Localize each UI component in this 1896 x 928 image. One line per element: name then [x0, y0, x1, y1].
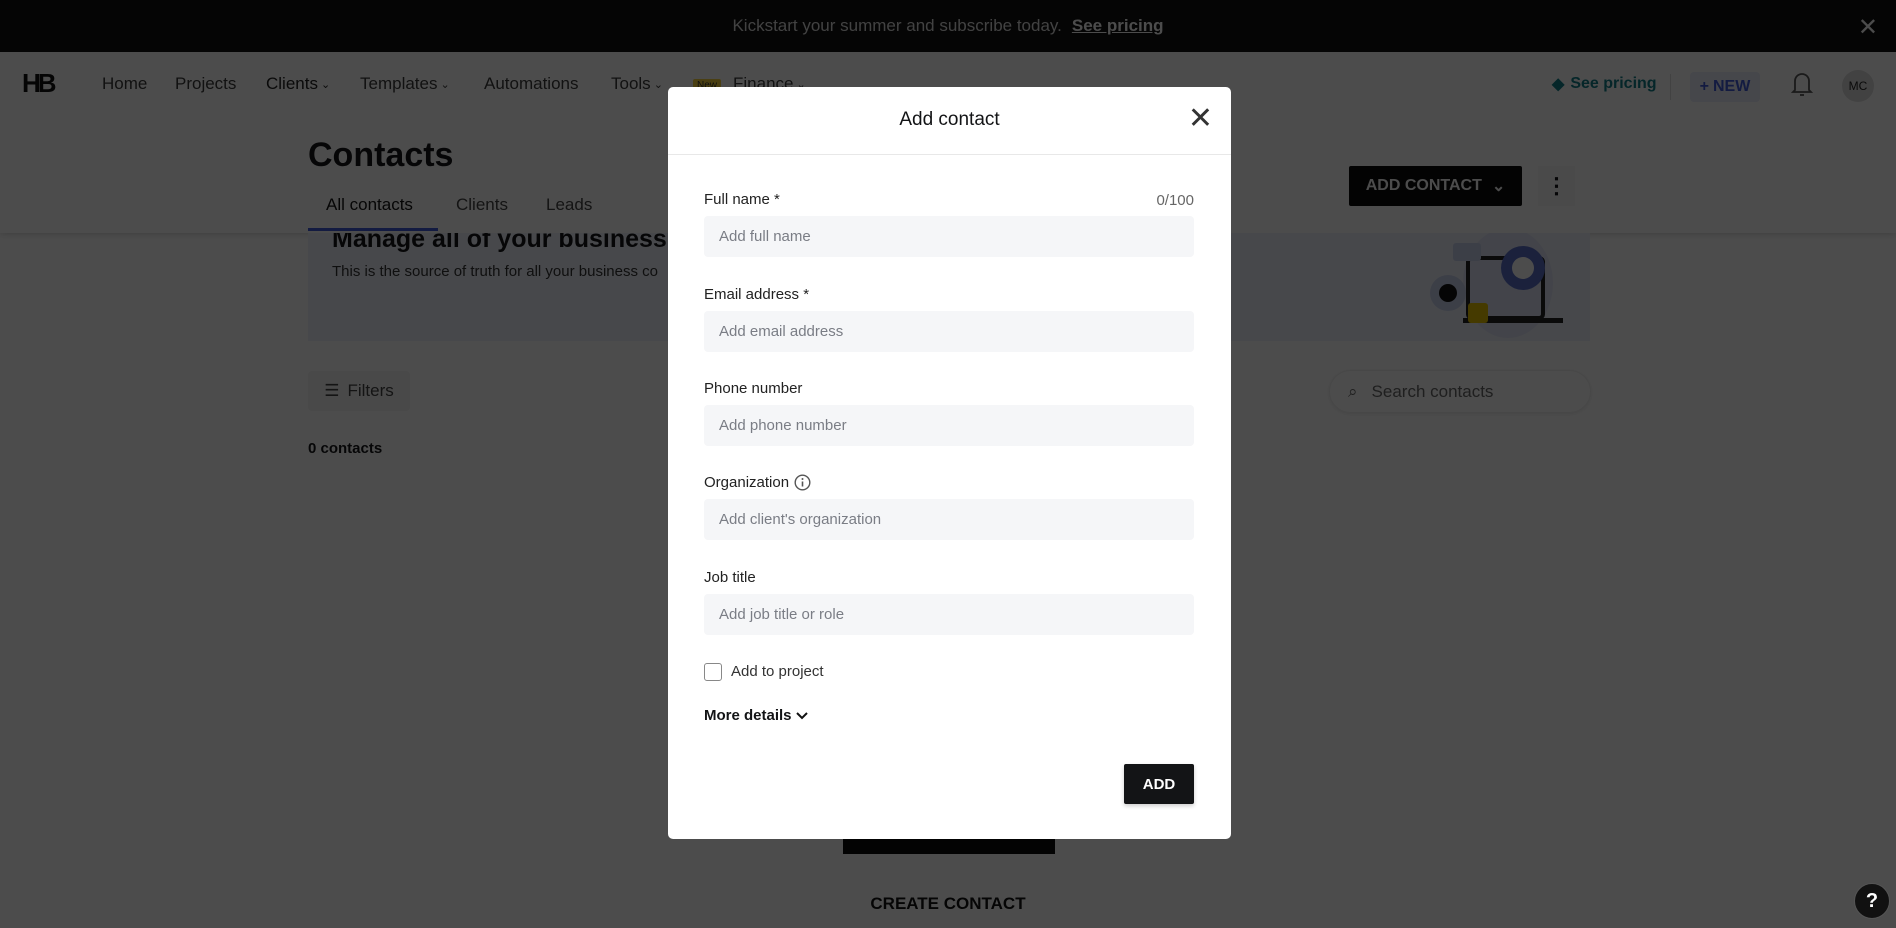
nav-tools[interactable]: Tools ⌄ [611, 74, 663, 94]
char-counter: 0/100 [1156, 192, 1194, 209]
diamond-icon: ◆ [1552, 76, 1565, 93]
active-tab-indicator [308, 228, 438, 231]
tab-clients[interactable]: Clients [456, 195, 508, 215]
contacts-illustration-icon [1430, 233, 1563, 338]
search-input[interactable]: ⌕ Search contacts [1329, 370, 1591, 413]
nav-templates[interactable]: Templates ⌄ [360, 74, 450, 94]
chevron-down-icon: ⌄ [653, 78, 663, 91]
new-button[interactable]: + NEW [1690, 72, 1760, 102]
more-details-toggle[interactable]: More details [704, 707, 808, 724]
add-contact-label: ADD CONTACT [1365, 177, 1482, 194]
email-input[interactable] [704, 311, 1194, 352]
see-pricing-link[interactable]: See pricing [1072, 16, 1164, 36]
full-name-label: Full name * [704, 191, 780, 208]
chevron-down-icon: ⌄ [1491, 178, 1506, 195]
chevron-down-icon: ⌄ [320, 78, 331, 91]
nav-projects[interactable]: Projects [175, 74, 236, 94]
create-contact-link[interactable]: CREATE CONTACT [0, 894, 1896, 914]
promo-text: Kickstart your summer and subscribe toda… [732, 16, 1062, 35]
job-title-label: Job title [704, 569, 756, 586]
promo-banner: Kickstart your summer and subscribe toda… [0, 0, 1896, 52]
page-title: Contacts [308, 136, 454, 174]
tab-all-contacts[interactable]: All contacts [326, 195, 413, 215]
search-placeholder: Search contacts [1371, 381, 1494, 401]
banner-text: This is the source of truth for all your… [332, 263, 658, 280]
see-pricing-button[interactable]: ◆ See pricing [1552, 74, 1657, 94]
info-icon[interactable] [794, 474, 811, 491]
avatar[interactable]: MC [1842, 70, 1874, 102]
close-icon[interactable]: ✕ [1188, 101, 1213, 136]
help-button[interactable]: ? [1854, 883, 1890, 919]
plus-icon: + [1699, 78, 1709, 95]
more-details-label: More details [704, 707, 792, 724]
logo[interactable]: HB [22, 68, 57, 99]
add-contact-button[interactable]: ADD CONTACT ⌄ [1349, 166, 1522, 206]
chevron-down-icon [795, 711, 808, 719]
divider [1670, 74, 1671, 100]
nav-clients[interactable]: Clients ⌄ [266, 74, 330, 94]
nav-label: Automations [484, 74, 579, 93]
contacts-count: 0 contacts [308, 440, 383, 457]
nav-automations[interactable]: Automations [484, 74, 579, 94]
organization-label-row: Organization [704, 474, 811, 491]
tab-leads[interactable]: Leads [546, 195, 592, 215]
filters-label: Filters [347, 381, 394, 400]
bell-icon[interactable] [1791, 70, 1813, 98]
more-options-icon[interactable]: ⋮ [1538, 166, 1575, 206]
nav-home[interactable]: Home [102, 74, 147, 94]
organization-input[interactable] [704, 499, 1194, 540]
nav-label: Home [102, 74, 148, 93]
filters-button[interactable]: ☰ Filters [308, 371, 410, 411]
nav-label: Clients [266, 74, 318, 93]
close-icon[interactable]: ✕ [1858, 13, 1878, 42]
nav-label: Templates [360, 74, 438, 93]
organization-label: Organization [704, 474, 790, 491]
add-to-project-checkbox[interactable] [704, 663, 722, 681]
see-pricing-label: See pricing [1570, 75, 1657, 92]
full-name-input[interactable] [704, 216, 1194, 257]
email-label: Email address * [704, 286, 810, 303]
banner-heading: Manage all of your business [332, 233, 667, 253]
add-contact-dialog: Add contact ✕ Full name * 0/100 Email ad… [668, 87, 1231, 839]
add-button[interactable]: ADD [1124, 764, 1194, 804]
phone-input[interactable] [704, 405, 1194, 446]
nav-label: Projects [175, 74, 237, 93]
add-to-project-label[interactable]: Add to project [731, 663, 824, 680]
new-label: NEW [1713, 78, 1751, 95]
filter-icon: ☰ [324, 381, 340, 400]
nav-label: Tools [611, 74, 651, 93]
chevron-down-icon: ⌄ [440, 78, 450, 91]
divider [668, 154, 1231, 155]
job-title-input[interactable] [704, 594, 1194, 635]
search-icon: ⌕ [1348, 381, 1358, 401]
phone-label: Phone number [704, 380, 803, 397]
dialog-title: Add contact [899, 109, 1000, 130]
